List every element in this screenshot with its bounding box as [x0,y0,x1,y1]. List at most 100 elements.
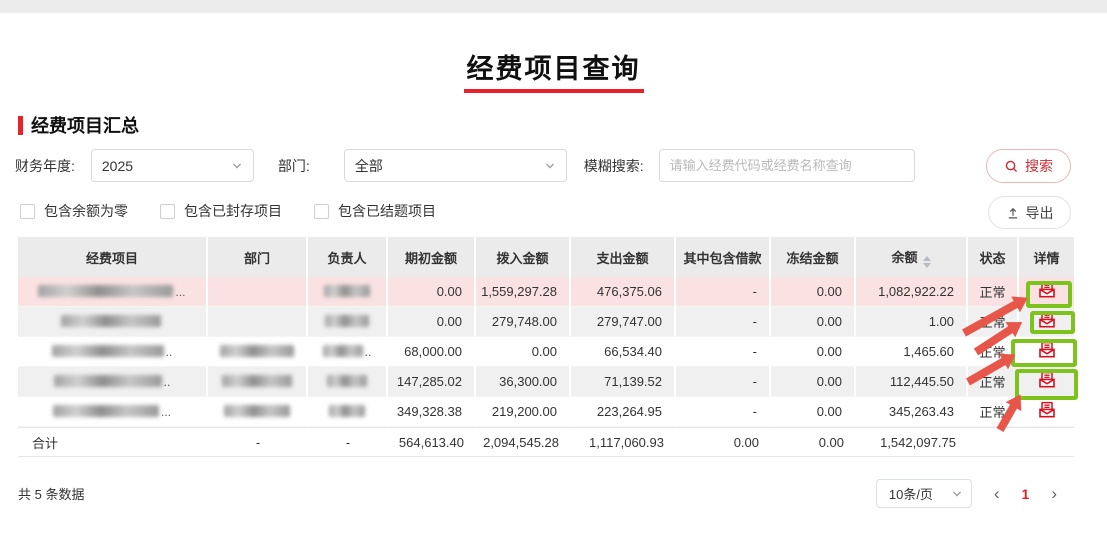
redacted-text [329,405,365,417]
section-title: 经费项目汇总 [31,112,139,138]
page-size-select[interactable]: 10条/页 [876,479,972,508]
table-total-row: 合计 - - 564,613.40 2,094,545.28 1,117,060… [18,427,1074,457]
expense-cell: 279,747.00 [571,307,676,337]
funding-query-page: 经费项目查询 经费项目汇总 财务年度: 2025 部门: 全部 模糊搜索: 搜索… [0,0,1107,543]
table-row: .. 147,285.02 36,300.00 71,139.52 - 0.00… [18,367,1074,397]
opening-cell: 0.00 [388,307,476,337]
total-label: 合计 [18,427,208,457]
dept-cell [208,337,308,367]
loan-cell: - [676,277,771,307]
next-page-button[interactable]: › [1051,485,1057,502]
redacted-text [52,345,164,357]
annotation-green-box [1026,281,1072,308]
dept-cell [208,397,308,427]
inflow-cell: 0.00 [476,337,571,367]
expense-cell: 71,139.52 [571,367,676,397]
project-cell: ... [18,277,208,307]
expense-cell: 223,264.95 [571,397,676,427]
total-manager: - [308,427,388,457]
manager-cell [308,367,388,397]
project-cell: ... [18,397,208,427]
chevron-down-icon [951,488,963,500]
total-frozen: 0.00 [771,427,856,457]
col-status: 状态 [968,237,1019,277]
fiscal-year-label: 财务年度: [15,156,75,176]
total-status-empty [968,427,1019,457]
expense-cell: 476,375.06 [571,277,676,307]
frozen-cell: 0.00 [771,307,856,337]
opening-cell: 0.00 [388,277,476,307]
prev-page-button[interactable]: ‹ [994,485,1000,502]
project-cell: .. [18,337,208,367]
balance-cell: 1,465.60 [856,337,968,367]
col-loan: 其中包含借款 [676,237,771,277]
checkbox-include-concluded[interactable]: 包含已结题项目 [314,201,436,221]
page-size-value: 10条/页 [889,484,933,503]
col-expense: 支出金额 [571,237,676,277]
detail-icon[interactable] [1037,400,1057,420]
department-label: 部门: [278,156,310,176]
inflow-cell: 219,200.00 [476,397,571,427]
checkbox-include-archived[interactable]: 包含已封存项目 [160,201,282,221]
title-underline [464,89,644,93]
chevron-down-icon [231,160,243,172]
opening-cell: 349,328.38 [388,397,476,427]
total-count: 共 5 条数据 [18,484,84,503]
total-dept: - [208,427,308,457]
section-accent-bar [18,116,23,135]
total-detail-empty [1019,427,1074,457]
export-button[interactable]: 导出 [988,196,1071,229]
checkbox-box-icon[interactable] [160,204,175,219]
funding-table: 经费项目 部门 负责人 期初金额 拨入金额 支出金额 其中包含借款 冻结金额 余… [18,237,1074,457]
dept-cell [208,277,308,307]
filter-row: 财务年度: 2025 部门: 全部 模糊搜索: [15,149,915,182]
redacted-text [323,345,363,357]
fuzzy-search-label: 模糊搜索: [584,156,644,176]
col-balance-sortable[interactable]: 余额 [856,237,968,277]
inflow-cell: 279,748.00 [476,307,571,337]
table-header-row: 经费项目 部门 负责人 期初金额 拨入金额 支出金额 其中包含借款 冻结金额 余… [18,237,1074,277]
fuzzy-search-input[interactable] [659,149,915,182]
checkbox-label: 包含已封存项目 [184,201,282,221]
redacted-text [61,315,161,327]
frozen-cell: 0.00 [771,277,856,307]
fiscal-year-select[interactable]: 2025 [91,149,254,182]
total-balance: 1,542,097.75 [856,427,968,457]
opening-cell: 68,000.00 [388,337,476,367]
table-row: .. .. 68,000.00 0.00 66,534.40 - 0.00 1,… [18,337,1074,367]
window-top-strip [0,0,1107,13]
balance-cell: 112,445.50 [856,367,968,397]
table-row: ... 349,328.38 219,200.00 223,264.95 - 0… [18,397,1074,427]
checkbox-box-icon[interactable] [314,204,329,219]
redacted-text [325,315,369,327]
annotation-green-box [1030,311,1075,334]
search-button[interactable]: 搜索 [986,149,1071,183]
manager-cell: .. [308,337,388,367]
redacted-text [224,405,290,417]
checkbox-include-zero-balance[interactable]: 包含余额为零 [20,201,128,221]
col-frozen: 冻结金额 [771,237,856,277]
col-detail: 详情 [1019,237,1074,277]
search-button-label: 搜索 [1025,156,1053,176]
sort-carets-icon[interactable] [923,256,931,268]
inflow-cell: 36,300.00 [476,367,571,397]
col-inflow: 拨入金额 [476,237,571,277]
total-opening: 564,613.40 [388,427,476,457]
upload-icon [1006,206,1020,220]
redacted-text [324,285,370,297]
table-row: ... 0.00 1,559,297.28 476,375.06 - 0.00 … [18,277,1074,307]
pagination: 10条/页 ‹ 1 › [876,479,1057,508]
checkbox-box-icon[interactable] [20,204,35,219]
annotation-green-box [1011,339,1077,367]
balance-cell: 1,082,922.22 [856,277,968,307]
department-value: 全部 [355,156,383,176]
frozen-cell: 0.00 [771,367,856,397]
expense-cell: 66,534.40 [571,337,676,367]
export-button-label: 导出 [1026,203,1054,223]
loan-cell: - [676,337,771,367]
loan-cell: - [676,397,771,427]
dept-cell [208,367,308,397]
department-select[interactable]: 全部 [344,149,567,182]
page-number[interactable]: 1 [1022,486,1030,502]
section-header: 经费项目汇总 [18,112,139,138]
